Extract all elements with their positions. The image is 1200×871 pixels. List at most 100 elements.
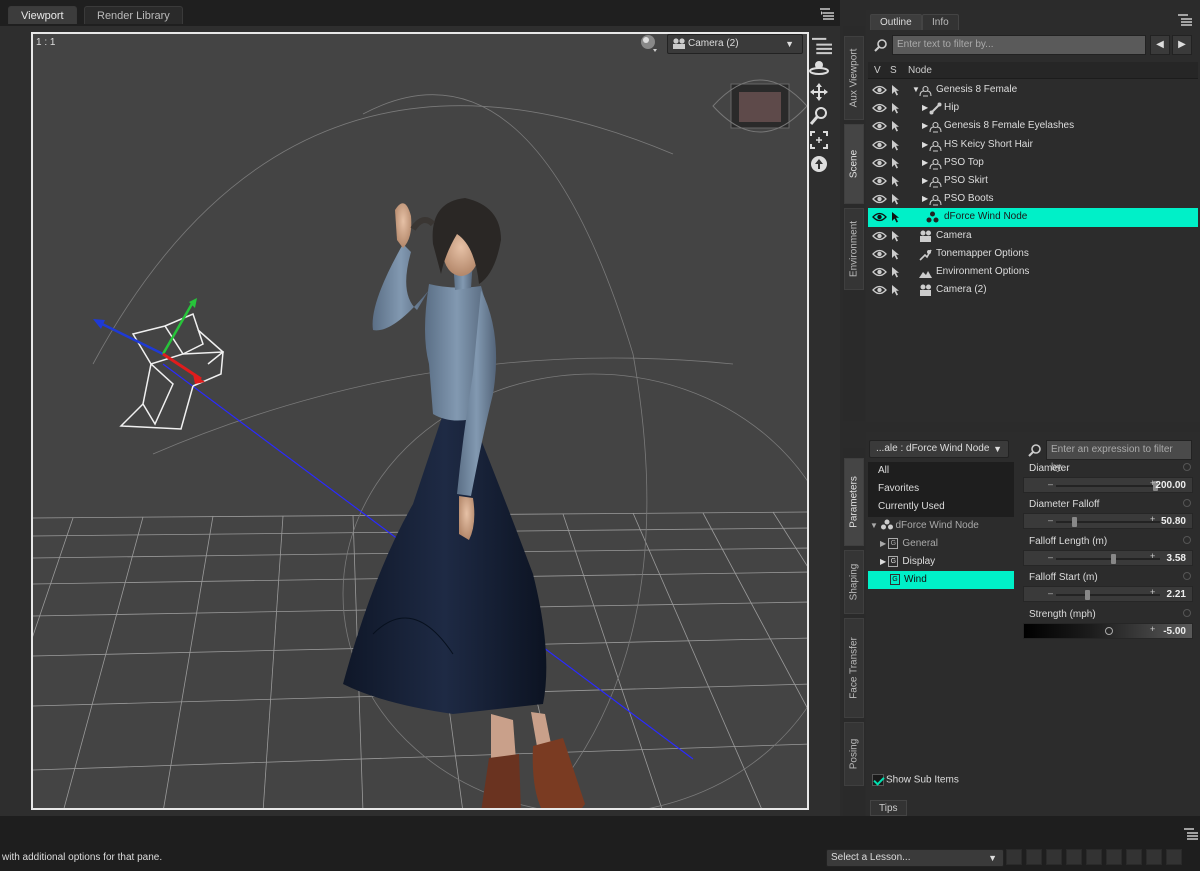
property-slider[interactable]: – +3.58 bbox=[1023, 549, 1193, 566]
slider-knob[interactable] bbox=[1085, 590, 1091, 601]
visibility-eye-icon[interactable] bbox=[872, 212, 887, 222]
plus-icon[interactable]: + bbox=[1150, 514, 1155, 524]
tab-outline[interactable]: Outline bbox=[870, 14, 922, 30]
selectable-cursor-icon[interactable] bbox=[890, 84, 902, 96]
property-value[interactable]: 50.80 bbox=[1161, 516, 1186, 527]
tab-aux-viewport[interactable]: Aux Viewport bbox=[844, 36, 864, 120]
visibility-eye-icon[interactable] bbox=[872, 176, 887, 186]
tab-shaping[interactable]: Shaping bbox=[844, 550, 864, 614]
outline-row[interactable]: ▶ HS Keicy Short Hair bbox=[868, 136, 1198, 154]
viewport-menu-icon[interactable] bbox=[812, 36, 832, 56]
visibility-eye-icon[interactable] bbox=[872, 231, 887, 241]
visibility-eye-icon[interactable] bbox=[872, 121, 887, 131]
orbit-icon[interactable] bbox=[809, 58, 829, 78]
outline-row[interactable]: ▶ Hip bbox=[868, 99, 1198, 117]
property-slider[interactable]: – +200.00 bbox=[1023, 477, 1193, 493]
reset-view-icon[interactable] bbox=[809, 154, 829, 174]
show-sub-items-toggle[interactable]: Show Sub Items bbox=[872, 774, 959, 786]
outline-filter-input[interactable]: Enter text to filter by... bbox=[892, 35, 1146, 55]
outline-row[interactable]: Tonemapper Options bbox=[868, 245, 1198, 263]
plus-icon[interactable]: + bbox=[1150, 551, 1155, 561]
outline-row[interactable]: Camera bbox=[868, 227, 1198, 245]
lesson-step-forward-button[interactable] bbox=[1086, 849, 1102, 865]
tab-posing[interactable]: Posing bbox=[844, 722, 864, 786]
slider-knob[interactable] bbox=[1104, 626, 1113, 635]
prev-arrow-button[interactable]: ◀ bbox=[1150, 35, 1170, 55]
slider-knob[interactable] bbox=[1071, 517, 1077, 528]
visibility-eye-icon[interactable] bbox=[872, 194, 887, 204]
selectable-cursor-icon[interactable] bbox=[890, 211, 902, 223]
visibility-eye-icon[interactable] bbox=[872, 85, 887, 95]
outline-row[interactable]: ▶ PSO Boots bbox=[868, 190, 1198, 208]
tab-face-transfer[interactable]: Face Transfer bbox=[844, 618, 864, 718]
minus-icon[interactable]: – bbox=[1048, 515, 1053, 525]
selectable-cursor-icon[interactable] bbox=[890, 139, 902, 151]
category-currently-used[interactable]: Currently Used bbox=[868, 498, 1014, 517]
category-wind[interactable]: G Wind bbox=[868, 571, 1014, 590]
selectable-cursor-icon[interactable] bbox=[890, 102, 902, 114]
visibility-eye-icon[interactable] bbox=[872, 285, 887, 295]
expand-icon[interactable]: ▶ bbox=[922, 117, 928, 135]
selectable-cursor-icon[interactable] bbox=[890, 248, 902, 260]
property-value[interactable]: 2.21 bbox=[1167, 589, 1186, 600]
outline-menu-icon[interactable] bbox=[1178, 14, 1192, 26]
tab-info[interactable]: Info bbox=[922, 14, 959, 30]
plus-icon[interactable]: + bbox=[1150, 624, 1155, 634]
minus-icon[interactable]: – bbox=[1048, 552, 1053, 562]
lesson-select[interactable]: Select a Lesson... ▼ bbox=[826, 849, 1004, 867]
property-slider[interactable]: – +2.21 bbox=[1023, 586, 1193, 603]
frame-icon[interactable] bbox=[809, 130, 829, 150]
outline-row[interactable]: dForce Wind Node bbox=[868, 208, 1198, 227]
selectable-cursor-icon[interactable] bbox=[890, 284, 902, 296]
visibility-eye-icon[interactable] bbox=[872, 267, 887, 277]
selectable-cursor-icon[interactable] bbox=[890, 193, 902, 205]
visibility-eye-icon[interactable] bbox=[872, 103, 887, 113]
visibility-eye-icon[interactable] bbox=[872, 140, 887, 150]
visibility-eye-icon[interactable] bbox=[872, 158, 887, 168]
property-value[interactable]: 200.00 bbox=[1155, 480, 1186, 491]
params-filter-input[interactable]: Enter an expression to filter by... bbox=[1046, 440, 1192, 473]
camera-select[interactable]: Camera (2) ▼ bbox=[667, 34, 803, 54]
lesson-close-button[interactable] bbox=[1166, 849, 1182, 865]
selectable-cursor-icon[interactable] bbox=[890, 175, 902, 187]
status-menu-icon[interactable] bbox=[1184, 828, 1198, 840]
pane-menu-icon[interactable] bbox=[820, 8, 834, 20]
lesson-prev-button[interactable] bbox=[1026, 849, 1042, 865]
outline-row[interactable]: ▼ Genesis 8 Female bbox=[868, 81, 1198, 99]
tab-environment[interactable]: Environment bbox=[844, 208, 864, 290]
tab-render-library[interactable]: Render Library bbox=[84, 6, 183, 24]
3d-viewport[interactable] bbox=[31, 32, 809, 810]
checkbox-checked-icon[interactable] bbox=[872, 774, 884, 786]
expand-icon[interactable]: ▶ bbox=[922, 172, 928, 190]
lesson-first-button[interactable] bbox=[1006, 849, 1022, 865]
outline-row[interactable]: ▶ Genesis 8 Female Eyelashes bbox=[868, 117, 1198, 135]
outline-row[interactable]: Environment Options bbox=[868, 263, 1198, 281]
category-general[interactable]: ▶ G General bbox=[868, 535, 1014, 553]
tab-scene[interactable]: Scene bbox=[844, 124, 864, 204]
category-display[interactable]: ▶ G Display bbox=[868, 553, 1014, 571]
lesson-play-button[interactable] bbox=[1066, 849, 1082, 865]
expand-icon[interactable]: ▶ bbox=[922, 136, 928, 154]
selectable-cursor-icon[interactable] bbox=[890, 157, 902, 169]
expand-icon[interactable]: ▶ bbox=[922, 190, 928, 208]
lesson-next-button[interactable] bbox=[1106, 849, 1122, 865]
property-slider[interactable]: – +50.80 bbox=[1023, 513, 1193, 530]
outline-row[interactable]: ▶ PSO Top bbox=[868, 154, 1198, 172]
property-slider[interactable]: + -5.00 bbox=[1023, 622, 1193, 639]
expand-icon[interactable]: ▶ bbox=[922, 154, 928, 172]
property-value[interactable]: -5.00 bbox=[1163, 626, 1186, 637]
property-value[interactable]: 3.58 bbox=[1167, 553, 1186, 564]
selectable-cursor-icon[interactable] bbox=[890, 230, 902, 242]
category-node[interactable]: ▼ dForce Wind Node bbox=[868, 517, 1014, 535]
render-sphere-icon[interactable] bbox=[640, 34, 658, 52]
selectable-cursor-icon[interactable] bbox=[890, 120, 902, 132]
expand-icon[interactable]: ▶ bbox=[922, 99, 928, 117]
pan-icon[interactable] bbox=[809, 82, 829, 102]
lesson-step-back-button[interactable] bbox=[1046, 849, 1062, 865]
zoom-icon[interactable] bbox=[809, 106, 829, 126]
node-select[interactable]: ...ale : dForce Wind Node ▼ bbox=[869, 440, 1009, 458]
tab-viewport[interactable]: Viewport bbox=[8, 6, 77, 24]
outline-row[interactable]: ▶ PSO Skirt bbox=[868, 172, 1198, 190]
slider-knob[interactable] bbox=[1111, 553, 1117, 564]
category-all[interactable]: All bbox=[868, 462, 1014, 481]
